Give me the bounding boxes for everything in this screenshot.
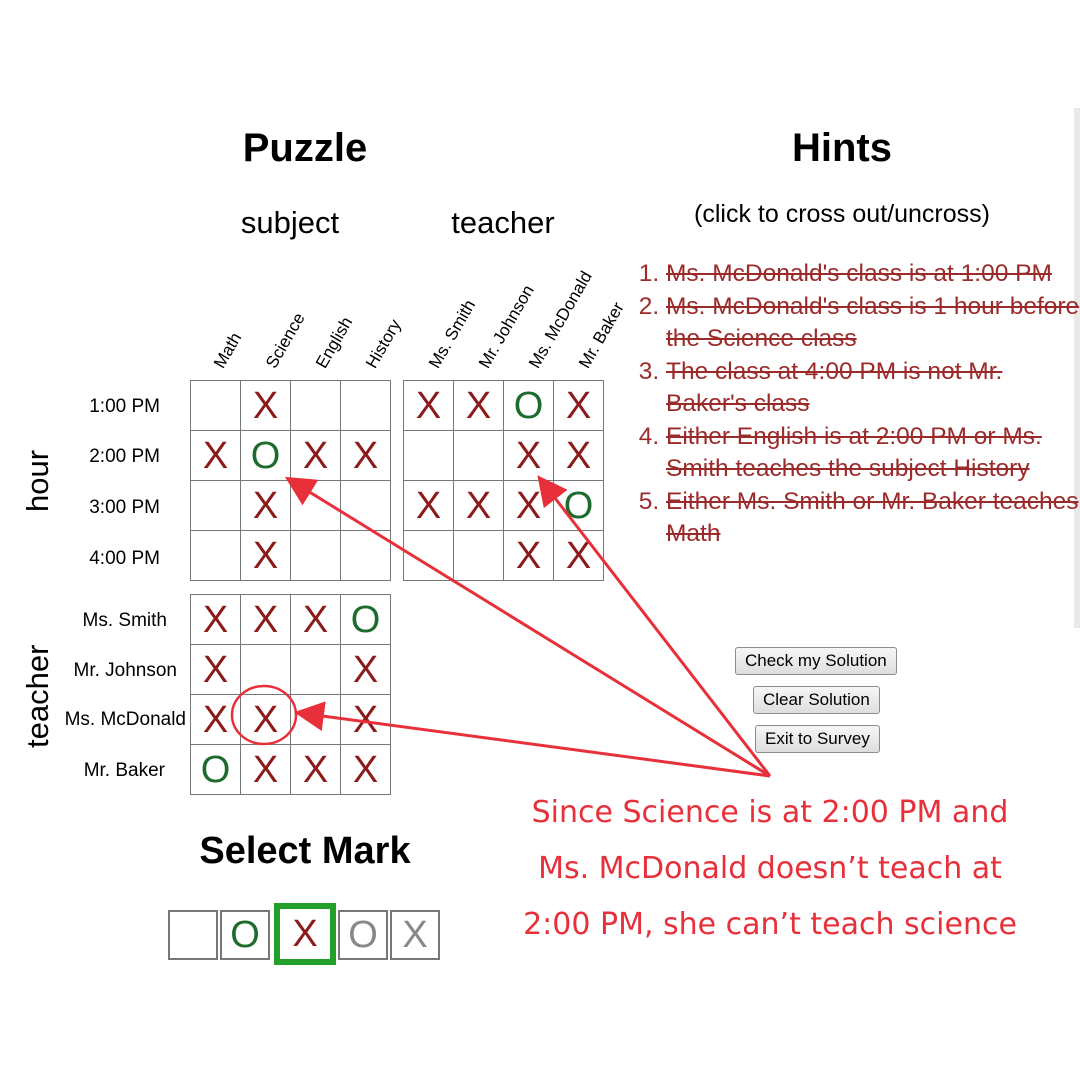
grid-cell[interactable]: X [404, 481, 453, 530]
hints-subtitle: (click to cross out/uncross) [694, 200, 990, 228]
subject-group-label: subject [240, 205, 340, 240]
annotation-line: Since Science is at 2:00 PM and [531, 795, 1009, 830]
grid-cell[interactable]: X [554, 381, 603, 430]
grid-cell[interactable]: X [554, 431, 603, 480]
row-label-ms-smith: Ms. Smith [82, 610, 167, 631]
grid-cell[interactable]: X [504, 431, 553, 480]
grid-cell[interactable]: X [191, 695, 240, 744]
check-solution-button[interactable]: Check my Solution [735, 647, 897, 675]
hint-item[interactable]: The class at 4:00 PM is not Mr. Baker's … [666, 356, 1080, 421]
grid-cell[interactable]: X [291, 745, 340, 794]
col-label-mr-baker: Mr. Baker [575, 298, 628, 372]
grid-cell[interactable]: O [554, 481, 603, 530]
grid-cell[interactable] [191, 481, 240, 530]
grid-cell[interactable]: O [191, 745, 240, 794]
grid-cell[interactable]: X [241, 381, 290, 430]
grid-cell[interactable]: X [341, 695, 390, 744]
annotation-line: Ms. McDonald doesn’t teach at [538, 851, 1002, 886]
grid-cell[interactable]: X [454, 381, 503, 430]
row-label-4pm: 4:00 PM [89, 548, 160, 569]
clear-solution-button[interactable]: Clear Solution [753, 686, 880, 714]
grid-cell[interactable]: X [341, 431, 390, 480]
mark-option[interactable]: O [338, 910, 388, 960]
grid-cell[interactable]: O [504, 381, 553, 430]
mark-option[interactable]: X [274, 903, 336, 965]
grid-cell[interactable]: X [454, 481, 503, 530]
grid-cell[interactable] [241, 645, 290, 694]
grid-cell[interactable]: O [241, 431, 290, 480]
grid-cell[interactable]: X [191, 645, 240, 694]
grid-cell[interactable]: X [241, 531, 290, 580]
grid-teacher-subject: XXXOXXXXXOXXX [190, 594, 391, 795]
hint-item[interactable]: Ms. McDonald's class is 1 hour before th… [666, 291, 1080, 356]
grid-cell[interactable] [291, 645, 340, 694]
mark-option[interactable]: O [220, 910, 270, 960]
grid-cell[interactable]: X [504, 481, 553, 530]
grid-cell[interactable]: X [291, 431, 340, 480]
grid-cell[interactable] [191, 381, 240, 430]
grid-cell[interactable]: X [241, 695, 290, 744]
puzzle-title: Puzzle [242, 126, 368, 170]
grid-hour-teacher: XXOXXXXXXOXX [403, 380, 604, 581]
grid-cell[interactable] [341, 531, 390, 580]
col-label-english: English [312, 313, 357, 372]
grid-cell[interactable]: X [404, 381, 453, 430]
grid-cell[interactable] [341, 481, 390, 530]
row-label-mr-baker: Mr. Baker [83, 760, 165, 781]
grid-cell[interactable]: X [191, 595, 240, 644]
hint-item[interactable]: Ms. McDonald's class is at 1:00 PM [666, 258, 1080, 291]
grid-cell[interactable] [291, 695, 340, 744]
grid-hour-subject: XXOXXXX [190, 380, 391, 581]
row-label-3pm: 3:00 PM [89, 497, 160, 518]
grid-cell[interactable]: X [341, 645, 390, 694]
select-mark-title: Select Mark [199, 830, 411, 872]
hint-item[interactable]: Either Ms. Smith or Mr. Baker teaches Ma… [666, 486, 1080, 551]
grid-cell[interactable] [291, 531, 340, 580]
row-label-1pm: 1:00 PM [89, 396, 160, 417]
row-label-ms-mcdonald: Ms. McDonald [64, 709, 186, 730]
grid-cell[interactable]: X [504, 531, 553, 580]
grid-cell[interactable] [404, 431, 453, 480]
row-label-2pm: 2:00 PM [89, 446, 160, 467]
grid-cell[interactable] [291, 481, 340, 530]
col-label-history: History [362, 316, 405, 372]
grid-cell[interactable] [454, 431, 503, 480]
col-label-ms-smith: Ms. Smith [425, 296, 480, 372]
mark-option[interactable]: X [390, 910, 440, 960]
annotation-line: 2:00 PM, she can’t teach science [523, 907, 1017, 942]
col-label-math: Math [210, 329, 246, 372]
grid-cell[interactable] [191, 531, 240, 580]
hints-title: Hints [792, 126, 892, 170]
grid-cell[interactable]: X [241, 745, 290, 794]
mark-option[interactable] [168, 910, 218, 960]
grid-cell[interactable]: X [341, 745, 390, 794]
grid-cell[interactable]: X [241, 595, 290, 644]
hint-item[interactable]: Either English is at 2:00 PM or Ms. Smit… [666, 421, 1080, 486]
annotation-text: Since Science is at 2:00 PM and Ms. McDo… [490, 785, 1050, 953]
grid-cell[interactable]: X [241, 481, 290, 530]
grid-cell[interactable]: X [554, 531, 603, 580]
grid-cell[interactable] [291, 381, 340, 430]
grid-cell[interactable]: X [191, 431, 240, 480]
grid-cell[interactable]: X [291, 595, 340, 644]
exit-survey-button[interactable]: Exit to Survey [755, 725, 880, 753]
grid-cell[interactable]: O [341, 595, 390, 644]
row-label-mr-johnson: Mr. Johnson [73, 660, 178, 681]
hints-list: Ms. McDonald's class is at 1:00 PM Ms. M… [632, 258, 1080, 551]
col-label-science: Science [262, 309, 309, 372]
grid-cell[interactable] [341, 381, 390, 430]
grid-cell[interactable] [404, 531, 453, 580]
grid-cell[interactable] [454, 531, 503, 580]
teacher-group-label: teacher [451, 205, 555, 240]
